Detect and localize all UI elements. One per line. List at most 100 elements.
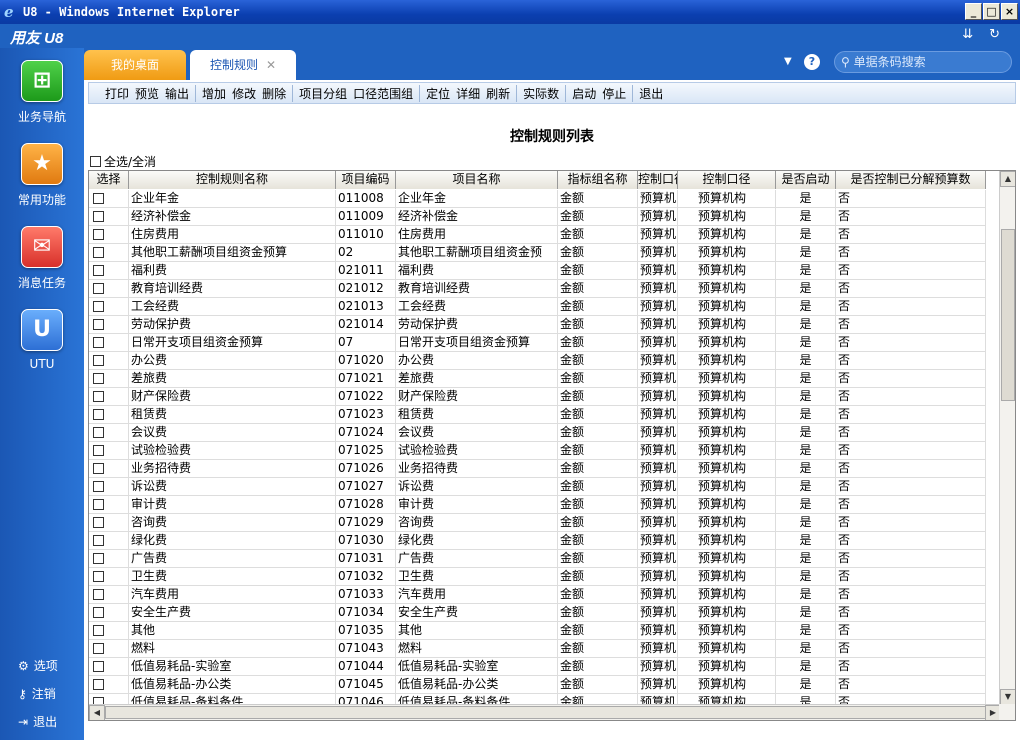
column-header[interactable]: 控制口径 [638,171,678,189]
toolbar-button[interactable]: 增加 [202,85,226,102]
sidebar-item-business-nav[interactable]: ⊞ 业务导航 [0,60,84,125]
sidebar-item-utu[interactable]: U UTU [0,309,84,371]
table-row[interactable]: 福利费 021011 福利费 金额 预算机 预算机构是否 [89,262,986,280]
toolbar-button[interactable]: 口径范围组 [353,85,413,102]
tab-control-rules[interactable]: 控制规则 ✕ [190,50,296,80]
toolbar-button[interactable]: 启动 [572,85,596,102]
column-header[interactable]: 控制口径 [678,171,776,189]
row-checkbox[interactable] [93,607,104,618]
chevron-down-icon[interactable]: ▼ [784,56,792,67]
row-checkbox[interactable] [93,283,104,294]
table-row[interactable]: 低值易耗品-办公类 071045 低值易耗品-办公类 金额 预算机 预算机构是否 [89,676,986,694]
row-checkbox[interactable] [93,481,104,492]
horizontal-scrollbar[interactable]: ◀ ▶ [89,704,1001,720]
table-row[interactable]: 经济补偿金 011009 经济补偿金 金额 预算机 预算机构是否 [89,208,986,226]
row-checkbox[interactable] [93,211,104,222]
scroll-down-icon[interactable]: ▼ [1000,689,1015,705]
sidebar-item-common-functions[interactable]: ★ 常用功能 [0,143,84,208]
row-checkbox[interactable] [93,427,104,438]
column-header[interactable]: 项目编码 [336,171,396,189]
table-row[interactable]: 财产保险费 071022 财产保险费 金额 预算机 预算机构是否 [89,388,986,406]
table-row[interactable]: 日常开支项目组资金预算 07 日常开支项目组资金预算 金额 预算机 预算机构是否 [89,334,986,352]
sidebar-item-messages[interactable]: ✉ 消息任务 [0,226,84,291]
row-checkbox[interactable] [93,571,104,582]
toolbar-button[interactable]: 刷新 [486,85,510,102]
table-row[interactable]: 业务招待费 071026 业务招待费 金额 预算机 预算机构是否 [89,460,986,478]
toolbar-button[interactable]: 项目分组 [299,85,347,102]
toolbar-button[interactable]: 预览 [135,85,159,102]
column-header[interactable]: 选择 [89,171,129,189]
toolbar-button[interactable]: 删除 [262,85,286,102]
table-row[interactable]: 办公费 071020 办公费 金额 预算机 预算机构是否 [89,352,986,370]
table-row[interactable]: 安全生产费 071034 安全生产费 金额 预算机 预算机构是否 [89,604,986,622]
select-all-checkbox[interactable] [90,156,101,167]
toolbar-button[interactable]: 实际数 [523,85,559,102]
minimize-button[interactable]: _ [965,3,982,20]
help-icon[interactable]: ? [804,54,820,70]
toolbar-button[interactable]: 定位 [426,85,450,102]
table-row[interactable]: 试验检验费 071025 试验检验费 金额 预算机 预算机构是否 [89,442,986,460]
row-checkbox[interactable] [93,193,104,204]
tab-my-desktop[interactable]: 我的桌面 [84,50,186,80]
table-row[interactable]: 低值易耗品-实验室 071044 低值易耗品-实验室 金额 预算机 预算机构是否 [89,658,986,676]
row-checkbox[interactable] [93,409,104,420]
row-checkbox[interactable] [93,319,104,330]
barcode-search-input[interactable]: ⚲ 单据条码搜索 [834,51,1012,73]
row-checkbox[interactable] [93,643,104,654]
row-checkbox[interactable] [93,355,104,366]
table-row[interactable]: 企业年金 011008 企业年金 金额 预算机 预算机构是否 [89,190,986,208]
table-row[interactable]: 汽车费用 071033 汽车费用 金额 预算机 预算机构是否 [89,586,986,604]
row-checkbox[interactable] [93,661,104,672]
row-checkbox[interactable] [93,553,104,564]
table-row[interactable]: 绿化费 071030 绿化费 金额 预算机 预算机构是否 [89,532,986,550]
table-row[interactable]: 租赁费 071023 租赁费 金额 预算机 预算机构是否 [89,406,986,424]
options-link[interactable]: ⚙ 选项 [18,657,58,674]
row-checkbox[interactable] [93,445,104,456]
table-row[interactable]: 广告费 071031 广告费 金额 预算机 预算机构是否 [89,550,986,568]
toolbar-button[interactable]: 停止 [602,85,626,102]
toolbar-button[interactable]: 详细 [456,85,480,102]
maximize-button[interactable]: □ [983,3,1000,20]
close-button[interactable]: × [1001,3,1018,20]
row-checkbox[interactable] [93,337,104,348]
table-row[interactable]: 住房费用 011010 住房费用 金额 预算机 预算机构是否 [89,226,986,244]
exit-link[interactable]: ⇥ 退出 [18,713,57,730]
column-header[interactable]: 是否控制已分解预算数 [836,171,986,189]
toolbar-button[interactable]: 退出 [639,85,663,102]
row-checkbox[interactable] [93,247,104,258]
table-row[interactable]: 其他 071035 其他 金额 预算机 预算机构是否 [89,622,986,640]
refresh-icon[interactable]: ↻ [989,27,1000,42]
table-row[interactable]: 劳动保护费 021014 劳动保护费 金额 预算机 预算机构是否 [89,316,986,334]
table-row[interactable]: 卫生费 071032 卫生费 金额 预算机 预算机构是否 [89,568,986,586]
row-checkbox[interactable] [93,391,104,402]
table-row[interactable]: 燃料 071043 燃料 金额 预算机 预算机构是否 [89,640,986,658]
row-checkbox[interactable] [93,625,104,636]
logout-link[interactable]: ⚷ 注销 [18,685,56,702]
row-checkbox[interactable] [93,229,104,240]
row-checkbox[interactable] [93,517,104,528]
scroll-left-icon[interactable]: ◀ [89,705,105,720]
row-checkbox[interactable] [93,499,104,510]
toolbar-button[interactable]: 输出 [165,85,189,102]
row-checkbox[interactable] [93,679,104,690]
scroll-thumb[interactable] [1001,229,1015,401]
tab-close-icon[interactable]: ✕ [266,58,276,72]
row-checkbox[interactable] [93,589,104,600]
table-row[interactable]: 其他职工薪酬项目组资金预算 02 其他职工薪酬项目组资金预 金额 预算机 预算机构是否 [89,244,986,262]
scroll-up-icon[interactable]: ▲ [1000,171,1015,187]
row-checkbox[interactable] [93,373,104,384]
vertical-scrollbar[interactable]: ▲ ▼ [999,171,1015,705]
hscroll-thumb[interactable] [105,706,991,719]
toolbar-button[interactable]: 打印 [105,85,129,102]
column-header[interactable]: 指标组名称 [558,171,638,189]
table-row[interactable]: 教育培训经费 021012 教育培训经费 金额 预算机 预算机构是否 [89,280,986,298]
row-checkbox[interactable] [93,535,104,546]
toolbar-button[interactable]: 修改 [232,85,256,102]
row-checkbox[interactable] [93,265,104,276]
row-checkbox[interactable] [93,463,104,474]
table-row[interactable]: 诉讼费 071027 诉讼费 金额 预算机 预算机构是否 [89,478,986,496]
column-header[interactable]: 项目名称 [396,171,558,189]
table-row[interactable]: 会议费 071024 会议费 金额 预算机 预算机构是否 [89,424,986,442]
row-checkbox[interactable] [93,301,104,312]
column-header[interactable]: 控制规则名称 [129,171,336,189]
